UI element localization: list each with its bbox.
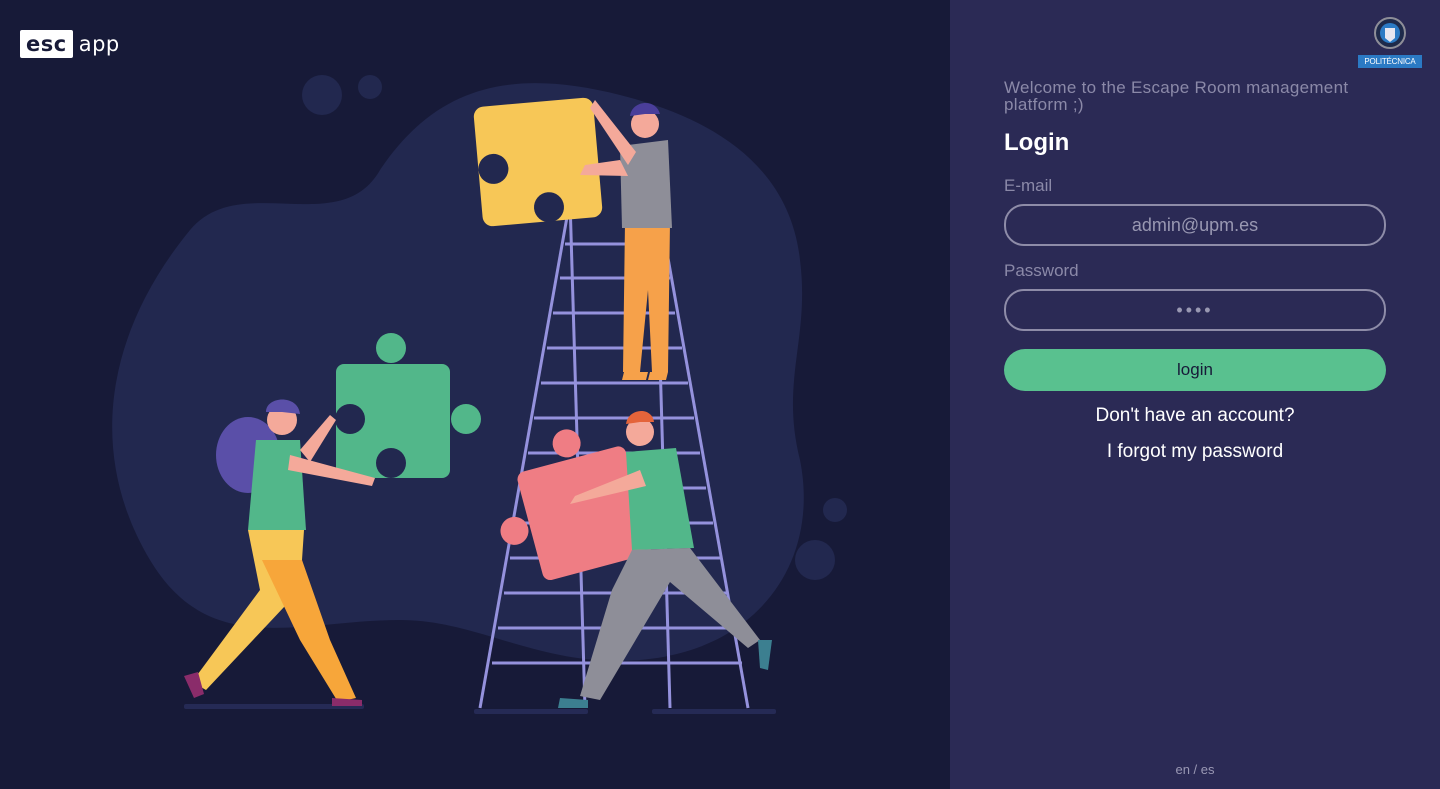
email-label: E-mail <box>1004 176 1053 195</box>
deco-circle <box>823 498 847 522</box>
password-label: Password <box>1004 261 1079 280</box>
forgot-password-link[interactable]: I forgot my password <box>1004 441 1386 463</box>
login-panel: POLITÉCNICA Welcome to the Escape Room m… <box>950 0 1440 789</box>
illustration-panel: esc app <box>0 0 950 789</box>
upm-logo: POLITÉCNICA <box>1358 16 1422 70</box>
crest-icon <box>1374 17 1406 49</box>
yellow-puzzle-piece <box>473 97 603 227</box>
deco-circle <box>795 540 835 580</box>
deco-circle <box>302 75 342 115</box>
login-heading: Login <box>1004 129 1070 156</box>
teamwork-puzzle-illustration <box>112 75 847 714</box>
welcome-text: Welcome to the Escape Room management pl… <box>1004 78 1349 114</box>
institution-badge: POLITÉCNICA <box>1358 55 1422 68</box>
signup-link[interactable]: Don't have an account? <box>1004 405 1386 427</box>
email-field[interactable] <box>1004 204 1386 246</box>
lang-es[interactable]: es <box>1201 762 1215 777</box>
floor-line <box>474 709 588 714</box>
deco-circle <box>358 75 382 99</box>
lang-en[interactable]: en <box>1175 762 1189 777</box>
language-switcher: en / es <box>1004 762 1386 777</box>
login-button[interactable]: login <box>1004 349 1386 391</box>
password-field[interactable] <box>1004 289 1386 331</box>
floor-line <box>652 709 776 714</box>
lang-separator: / <box>1189 762 1201 777</box>
